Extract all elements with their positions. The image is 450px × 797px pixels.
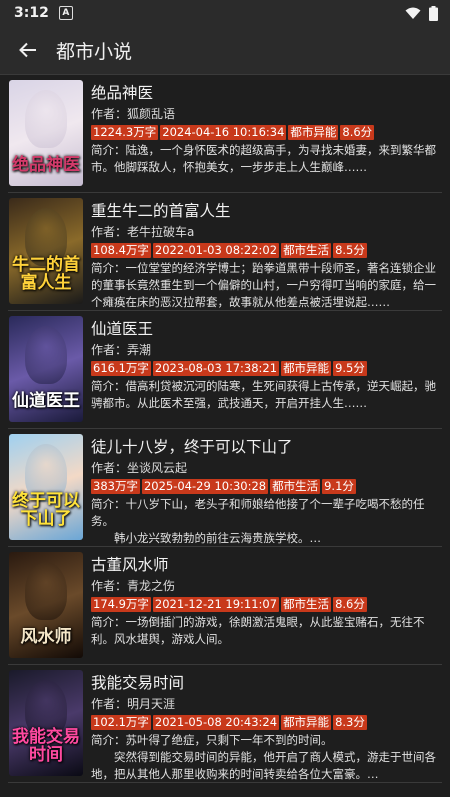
- book-tags: 108.4万字 2022-01-03 08:22:02 都市生活 8.5分: [91, 243, 442, 258]
- book-cover: 风水师: [9, 552, 83, 658]
- book-title: 重生牛二的首富人生: [91, 202, 231, 220]
- word-count-badge: 108.4万字: [91, 243, 151, 258]
- book-author: 作者：明月天涯: [91, 697, 176, 711]
- cover-figure: [25, 326, 67, 384]
- word-count-badge: 383万字: [91, 479, 140, 494]
- book-intro: 简介：借高利贷被沉河的陆寒，生死间获得上古传承，逆天崛起，驰骋都市。从此医术至强…: [91, 379, 436, 410]
- wifi-icon: [405, 7, 421, 19]
- book-list-item[interactable]: 终于可以下山了 徒儿十八岁，终于可以下山了 作者：坐谈风云起 383万字 202…: [8, 429, 442, 547]
- word-count-badge: 1224.3万字: [91, 125, 159, 140]
- update-time-badge: 2021-12-21 19:11:07: [152, 597, 280, 612]
- category-badge: 都市生活: [281, 243, 332, 258]
- score-badge: 9.5分: [333, 361, 367, 376]
- book-cover: 牛二的首富人生: [9, 198, 83, 304]
- cover-title: 牛二的首富人生: [12, 255, 80, 293]
- book-tags: 383万字 2025-04-29 10:30:28 都市生活 9.1分: [91, 479, 442, 494]
- update-time-badge: 2025-04-29 10:30:28: [141, 479, 269, 494]
- book-list-item[interactable]: 风水师 古董风水师 作者：青龙之伤 174.9万字 2021-12-21 19:…: [8, 547, 442, 665]
- category-badge: 都市异能: [281, 715, 332, 730]
- book-title: 我能交易时间: [91, 674, 185, 692]
- back-button[interactable]: [0, 26, 56, 74]
- cover-figure: [25, 90, 67, 148]
- book-list-item[interactable]: 我能交易时间 我能交易时间 作者：明月天涯 102.1万字 2021-05-08…: [8, 665, 442, 783]
- book-info: 古董风水师 作者：青龙之伤 174.9万字 2021-12-21 19:11:0…: [91, 552, 442, 664]
- update-time-badge: 2022-01-03 08:22:02: [152, 243, 280, 258]
- cover-title: 绝品神医: [12, 155, 80, 175]
- update-time-badge: 2024-04-16 10:16:34: [160, 125, 287, 140]
- cover-figure: [25, 562, 67, 620]
- status-time: 3:12: [14, 5, 49, 21]
- book-cover: 绝品神医: [9, 80, 83, 186]
- word-count-badge: 174.9万字: [91, 597, 151, 612]
- book-cover: 我能交易时间: [9, 670, 83, 776]
- score-badge: 8.5分: [333, 243, 367, 258]
- book-info: 徒儿十八岁，终于可以下山了 作者：坐谈风云起 383万字 2025-04-29 …: [91, 434, 442, 546]
- category-badge: 都市生活: [270, 479, 321, 494]
- page-title: 都市小说: [56, 40, 133, 63]
- book-tags: 616.1万字 2023-08-03 17:38:21 都市异能 9.5分: [91, 361, 442, 376]
- score-badge: 8.3分: [333, 715, 367, 730]
- book-author: 作者：狐颜乱语: [91, 107, 176, 121]
- cover-title: 仙道医王: [12, 391, 80, 411]
- book-tags: 174.9万字 2021-12-21 19:11:07 都市生活 8.6分: [91, 597, 442, 612]
- book-intro: 简介：苏叶得了绝症，只剩下一年不到的时间。 突然得到能交易时间的异能，他开启了商…: [91, 733, 436, 781]
- book-cover: 终于可以下山了: [9, 434, 83, 540]
- cover-title: 风水师: [20, 627, 72, 647]
- category-badge: 都市异能: [281, 361, 332, 376]
- cover-title: 我能交易时间: [12, 727, 80, 765]
- score-badge: 9.1分: [322, 479, 356, 494]
- book-author: 作者：坐谈风云起: [91, 461, 188, 475]
- word-count-badge: 102.1万字: [91, 715, 151, 730]
- notification-icon: A: [58, 6, 73, 20]
- book-intro: 简介：一位堂堂的经济学博士；跆拳道黑带十段师圣，著名连锁企业的董事长竟然重生到一…: [91, 261, 436, 309]
- book-title: 古董风水师: [91, 556, 169, 574]
- category-badge: 都市异能: [288, 125, 339, 140]
- book-info: 重生牛二的首富人生 作者：老牛拉破车a 108.4万字 2022-01-03 0…: [91, 198, 442, 310]
- book-info: 绝品神医 作者：狐颜乱语 1224.3万字 2024-04-16 10:16:3…: [91, 80, 442, 192]
- book-info: 我能交易时间 作者：明月天涯 102.1万字 2021-05-08 20:43:…: [91, 670, 442, 782]
- word-count-badge: 616.1万字: [91, 361, 151, 376]
- book-list-item[interactable]: 绝品神医 绝品神医 作者：狐颜乱语 1224.3万字 2024-04-16 10…: [8, 75, 442, 193]
- score-badge: 8.6分: [340, 125, 375, 140]
- update-time-badge: 2023-08-03 17:38:21: [152, 361, 280, 376]
- battery-icon: [429, 5, 438, 21]
- book-title: 仙道医王: [91, 320, 154, 338]
- book-title: 绝品神医: [91, 84, 154, 102]
- score-badge: 8.6分: [333, 597, 367, 612]
- book-list: 绝品神医 绝品神医 作者：狐颜乱语 1224.3万字 2024-04-16 10…: [0, 75, 450, 783]
- category-badge: 都市生活: [281, 597, 332, 612]
- book-tags: 102.1万字 2021-05-08 20:43:24 都市异能 8.3分: [91, 715, 442, 730]
- book-author: 作者：青龙之伤: [91, 579, 176, 593]
- app-bar: 都市小说: [0, 26, 450, 75]
- book-author: 作者：老牛拉破车a: [91, 225, 195, 239]
- book-title: 徒儿十八岁，终于可以下山了: [91, 438, 293, 456]
- status-bar: 3:12 A: [0, 0, 450, 26]
- book-list-item[interactable]: 牛二的首富人生 重生牛二的首富人生 作者：老牛拉破车a 108.4万字 2022…: [8, 193, 442, 311]
- arrow-left-icon: [19, 42, 36, 58]
- update-time-badge: 2021-05-08 20:43:24: [152, 715, 280, 730]
- book-intro: 简介：十八岁下山，老头子和师娘给他接了个一辈子吃喝不愁的任务。 韩小龙兴致勃勃的…: [91, 497, 425, 545]
- book-intro: 简介：一场倒插门的游戏，徐朗激活鬼眼，从此鉴宝赌石，无往不利。风水堪舆，游戏人间…: [91, 615, 425, 646]
- book-author: 作者：弄潮: [91, 343, 152, 357]
- book-list-item[interactable]: 仙道医王 仙道医王 作者：弄潮 616.1万字 2023-08-03 17:38…: [8, 311, 442, 429]
- cover-title: 终于可以下山了: [12, 491, 80, 529]
- book-cover: 仙道医王: [9, 316, 83, 422]
- book-info: 仙道医王 作者：弄潮 616.1万字 2023-08-03 17:38:21 都…: [91, 316, 442, 428]
- book-tags: 1224.3万字 2024-04-16 10:16:34 都市异能 8.6分: [91, 125, 442, 140]
- book-intro: 简介：陆逸，一个身怀医术的超级高手，为寻找未婚妻，来到繁华都市。他脚踩敌人，怀抱…: [91, 143, 436, 174]
